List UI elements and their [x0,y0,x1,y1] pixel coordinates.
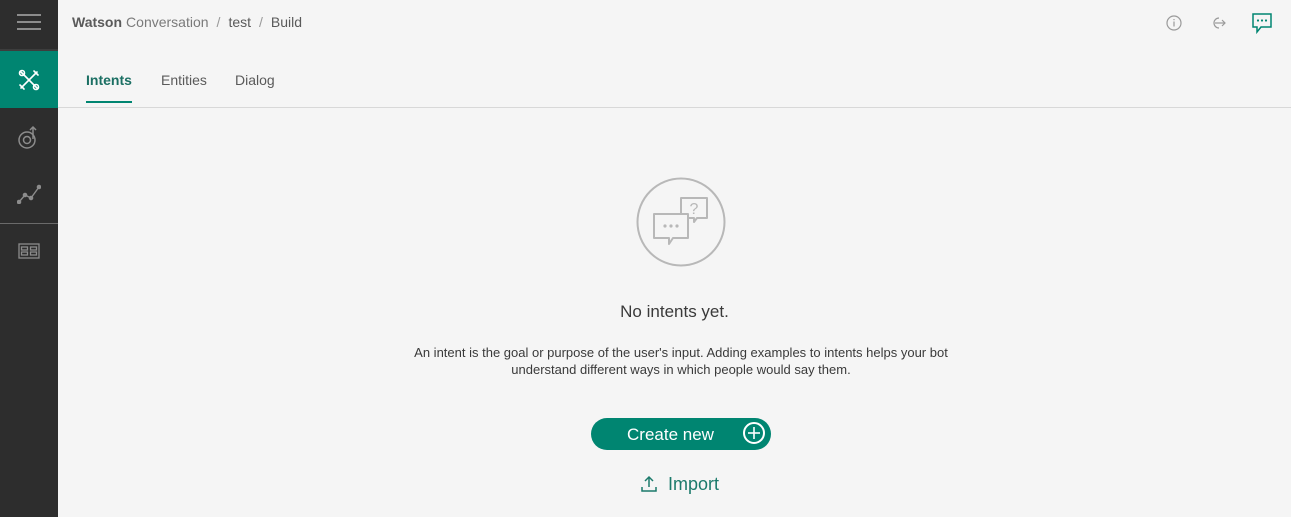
breadcrumb: Watson Conversation / test / Build [72,14,302,30]
empty-state-description-line: understand different ways in which peopl… [511,362,851,377]
chat-button[interactable] [1249,10,1275,36]
chat-question-icon: ? [636,177,726,267]
sidebar-item-analytics[interactable] [0,166,58,222]
empty-state-title: No intents yet. [620,302,729,321]
sidebar-item-build[interactable] [0,51,58,108]
plus-icon [743,422,765,444]
brand-name: Watson [72,14,123,30]
improve-icon [18,125,37,149]
analytics-icon [17,184,41,204]
upload-icon [641,475,657,492]
sidebar-item-catalog[interactable] [0,226,58,276]
breadcrumb-page: Build [270,14,303,30]
catalog-icon [18,243,40,259]
product-name[interactable]: Conversation [126,14,209,30]
build-icon [18,69,40,90]
tab-dialog[interactable]: Dialog [235,72,275,101]
breadcrumb-workspace[interactable]: test [228,14,251,30]
logout-button[interactable] [1205,10,1231,36]
import-button[interactable]: Import [640,472,719,496]
info-button[interactable] [1161,10,1187,36]
breadcrumb-separator: / [216,14,221,30]
tab-bar: Intents Entities Dialog [58,58,1291,108]
header-actions [1161,10,1275,36]
sidebar-item-improve[interactable] [0,110,58,166]
create-new-label: Create new [627,425,714,444]
info-icon [1166,15,1182,31]
empty-state-illustration: ? [636,177,726,267]
chat-icon [1252,13,1272,34]
import-label: Import [668,473,720,494]
logout-icon [1213,17,1226,29]
svg-text:?: ? [690,201,699,218]
empty-state-description-line: An intent is the goal or purpose of the … [414,345,948,360]
menu-button[interactable] [0,0,58,44]
menu-icon [17,14,41,30]
sidebar [0,0,58,517]
breadcrumb-separator: / [259,14,263,30]
create-new-button[interactable]: Create new [591,418,771,450]
sidebar-divider [0,223,58,224]
tab-intents[interactable]: Intents [86,72,132,103]
empty-state-description: An intent is the goal or purpose of the … [388,344,974,378]
tab-entities[interactable]: Entities [161,72,207,101]
